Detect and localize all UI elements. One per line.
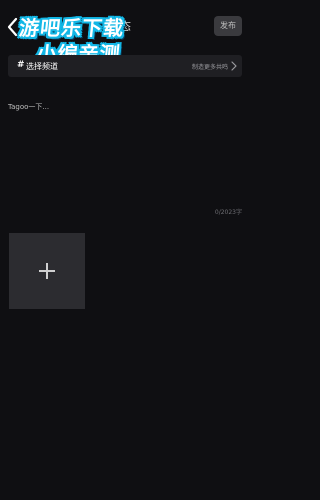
channel-selector[interactable]: # 选择频道 制造更多共鸣 xyxy=(8,55,242,77)
content-input[interactable]: Tagoo一下... xyxy=(8,102,242,202)
chevron-right-icon xyxy=(231,61,237,71)
publish-button[interactable]: 发布 xyxy=(214,16,242,36)
add-media-button[interactable] xyxy=(9,233,85,309)
channel-label: 选择频道 xyxy=(26,62,58,71)
hash-icon: # xyxy=(17,60,25,70)
post-composer-screen: 态 发布 游吧乐下载 小编亲测 # 选择频道 制造更多共鸣 Tagoo一下...… xyxy=(0,0,250,500)
plus-icon xyxy=(39,263,55,279)
word-count: 0/2023字 xyxy=(214,209,242,216)
watermark-line-1: 游吧乐下载 xyxy=(18,16,126,40)
channel-hint: 制造更多共鸣 xyxy=(191,64,228,71)
